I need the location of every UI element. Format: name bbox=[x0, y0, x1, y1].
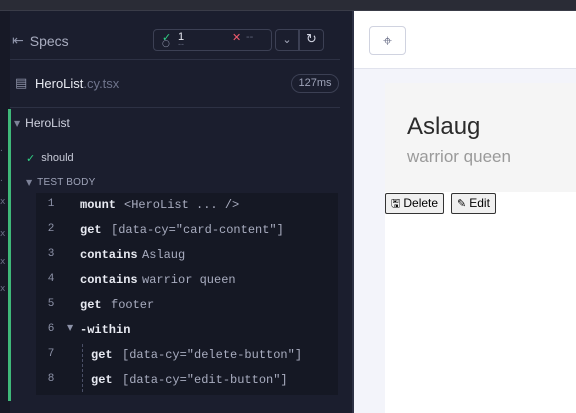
edit-button-label: Edit bbox=[469, 196, 490, 210]
command-row[interactable]: 2 get [data-cy="card-content"] bbox=[36, 218, 338, 243]
hero-name: Aslaug bbox=[407, 113, 481, 140]
divider bbox=[10, 59, 340, 60]
command-row[interactable]: 4 contains warrior queen bbox=[36, 268, 338, 293]
suite-status-bar bbox=[8, 109, 11, 401]
pending-circle-icon: ○ bbox=[162, 39, 170, 49]
command-arg: Aslaug bbox=[142, 248, 186, 262]
check-icon: ✓ bbox=[26, 151, 36, 165]
nav-mark: . bbox=[0, 144, 3, 154]
specs-label: Specs bbox=[29, 33, 69, 49]
specs-header[interactable]: ⇤ Specs bbox=[10, 18, 69, 64]
hero-description: warrior queen bbox=[407, 147, 511, 166]
failed-count: -- bbox=[246, 31, 254, 43]
chevron-down-icon[interactable]: ▼ bbox=[14, 119, 20, 128]
test-body-label: TEST BODY bbox=[37, 176, 96, 188]
save-disk-icon: 🖫 bbox=[391, 197, 401, 210]
command-row[interactable]: 1 mount <HeroList ... /> bbox=[36, 193, 338, 218]
command-number: 5 bbox=[47, 298, 55, 310]
nesting-guide bbox=[82, 344, 83, 392]
fail-x-icon: ✕ bbox=[232, 31, 242, 44]
spec-file-name: HeroList.cy.tsx bbox=[35, 76, 119, 91]
command-name: get bbox=[80, 223, 102, 237]
command-number: 7 bbox=[47, 348, 55, 360]
suite-title: HeroList bbox=[25, 116, 70, 130]
nav-mark: x bbox=[0, 257, 6, 267]
command-number: 1 bbox=[47, 198, 55, 210]
pending-count: -- bbox=[178, 39, 184, 49]
selector-playground-button[interactable]: ⌖ bbox=[369, 26, 406, 55]
collapse-sidebar-icon[interactable]: ⇤ bbox=[12, 33, 24, 49]
duration-badge: 127ms bbox=[291, 74, 339, 93]
command-row[interactable]: 6 ▼ -within bbox=[36, 318, 338, 343]
command-name: -within bbox=[80, 323, 131, 337]
chevron-down-icon: ⌄ bbox=[282, 33, 292, 46]
command-number: 3 bbox=[47, 248, 55, 260]
document-icon: ▤ bbox=[15, 76, 28, 91]
spec-file-row[interactable]: ▤ HeroList.cy.tsx 127ms bbox=[10, 71, 340, 105]
command-name: get bbox=[91, 348, 113, 362]
delete-button-label: Delete bbox=[403, 196, 439, 210]
divider bbox=[10, 107, 340, 108]
command-row[interactable]: 5 get footer bbox=[36, 293, 338, 318]
command-number: 6 bbox=[47, 323, 55, 335]
command-name: mount bbox=[80, 198, 117, 212]
edit-icon: ✎ bbox=[457, 197, 467, 210]
command-name: get bbox=[80, 298, 102, 312]
command-arg: [data-cy="card-content"] bbox=[111, 223, 284, 237]
chevron-down-icon[interactable]: ▼ bbox=[26, 178, 32, 187]
nav-mark: x bbox=[0, 284, 6, 294]
command-arg: footer bbox=[111, 298, 155, 312]
command-arg: [data-cy="edit-button"] bbox=[122, 373, 288, 387]
rerun-button[interactable]: ↻ bbox=[299, 29, 324, 51]
spec-file-base: HeroList bbox=[35, 76, 84, 91]
command-row[interactable]: 3 contains Aslaug bbox=[36, 243, 338, 268]
command-number: 8 bbox=[47, 373, 55, 385]
command-number: 4 bbox=[47, 273, 55, 285]
test-title: should bbox=[41, 152, 74, 164]
refresh-icon: ↻ bbox=[306, 32, 317, 47]
command-name: contains bbox=[80, 273, 138, 287]
suite-row[interactable]: ▼ HeroList bbox=[14, 114, 70, 132]
nav-mark: x bbox=[0, 229, 6, 239]
edit-button[interactable]: ✎ Edit bbox=[451, 193, 496, 214]
command-arg: <HeroList ... /> bbox=[124, 198, 240, 212]
command-name: contains bbox=[80, 248, 138, 262]
nav-mark: . bbox=[0, 174, 3, 184]
nav-mark: x bbox=[0, 197, 6, 207]
window-top-bar bbox=[0, 0, 576, 11]
spec-file-extension: .cy.tsx bbox=[83, 76, 120, 91]
command-arg: [data-cy="delete-button"] bbox=[122, 348, 303, 362]
crosshair-icon: ⌖ bbox=[382, 31, 392, 50]
chevron-down-icon[interactable]: ▼ bbox=[67, 323, 73, 332]
options-dropdown-button[interactable]: ⌄ bbox=[275, 29, 299, 51]
command-number: 2 bbox=[47, 223, 55, 235]
command-name: get bbox=[91, 373, 113, 387]
test-stats: ✓ 1 ○ -- ✕ -- bbox=[153, 29, 272, 51]
test-row[interactable]: ✓ should bbox=[26, 149, 74, 167]
command-arg: warrior queen bbox=[142, 273, 236, 287]
delete-button[interactable]: 🖫 Delete bbox=[385, 193, 445, 214]
test-body-row[interactable]: ▼ TEST BODY bbox=[26, 174, 95, 190]
